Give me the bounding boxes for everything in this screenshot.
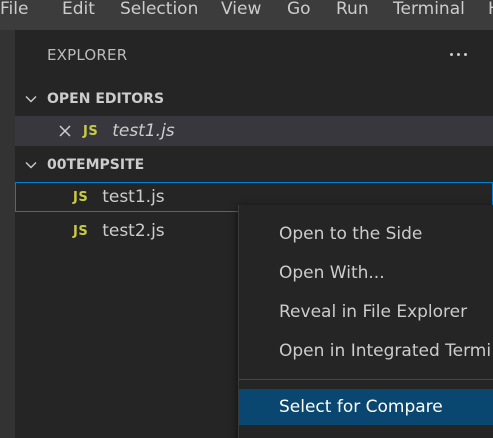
- menu-help[interactable]: H: [488, 0, 493, 22]
- folder-header[interactable]: 00TEMPSITE: [15, 152, 493, 178]
- file-label: test1.js: [102, 187, 165, 207]
- chevron-down-icon: [23, 91, 39, 107]
- open-editors-title: OPEN EDITORS: [47, 91, 165, 107]
- menu-selection[interactable]: Selection: [120, 0, 198, 22]
- menu-separator: [239, 379, 493, 380]
- activity-bar: [0, 30, 15, 438]
- explorer-title: EXPLORER: [47, 46, 128, 64]
- vscode-window: File Edit Selection View Go Run Terminal…: [0, 0, 493, 438]
- menu-go[interactable]: Go: [287, 0, 311, 22]
- menu-item-open-to-side[interactable]: Open to the Side: [239, 216, 493, 252]
- menu-view[interactable]: View: [221, 0, 261, 22]
- ellipsis-icon[interactable]: [444, 42, 472, 66]
- open-editor-label: test1.js: [112, 121, 175, 141]
- chevron-down-icon: [23, 157, 39, 173]
- menu-bar: File Edit Selection View Go Run Terminal…: [0, 0, 493, 30]
- menu-edit[interactable]: Edit: [62, 0, 95, 22]
- menu-item-open-with[interactable]: Open With...: [239, 255, 493, 291]
- menu-terminal[interactable]: Terminal: [393, 0, 465, 22]
- menu-item-reveal-in-explorer[interactable]: Reveal in File Explorer: [239, 294, 493, 330]
- menu-run[interactable]: Run: [336, 0, 369, 22]
- context-menu: Open to the Side Open With... Reveal in …: [238, 205, 493, 438]
- menu-file[interactable]: File: [0, 0, 28, 22]
- menu-item-open-in-terminal[interactable]: Open in Integrated Termi: [239, 333, 493, 369]
- open-editor-item[interactable]: JS test1.js: [15, 116, 493, 146]
- open-editors-header[interactable]: OPEN EDITORS: [15, 86, 493, 112]
- close-icon[interactable]: [57, 123, 73, 139]
- folder-title: 00TEMPSITE: [47, 157, 145, 173]
- menu-item-select-for-compare[interactable]: Select for Compare: [239, 389, 493, 425]
- js-file-icon: JS: [73, 223, 89, 239]
- file-label: test2.js: [102, 221, 165, 241]
- js-file-icon: JS: [73, 189, 89, 205]
- js-file-icon: JS: [83, 123, 99, 139]
